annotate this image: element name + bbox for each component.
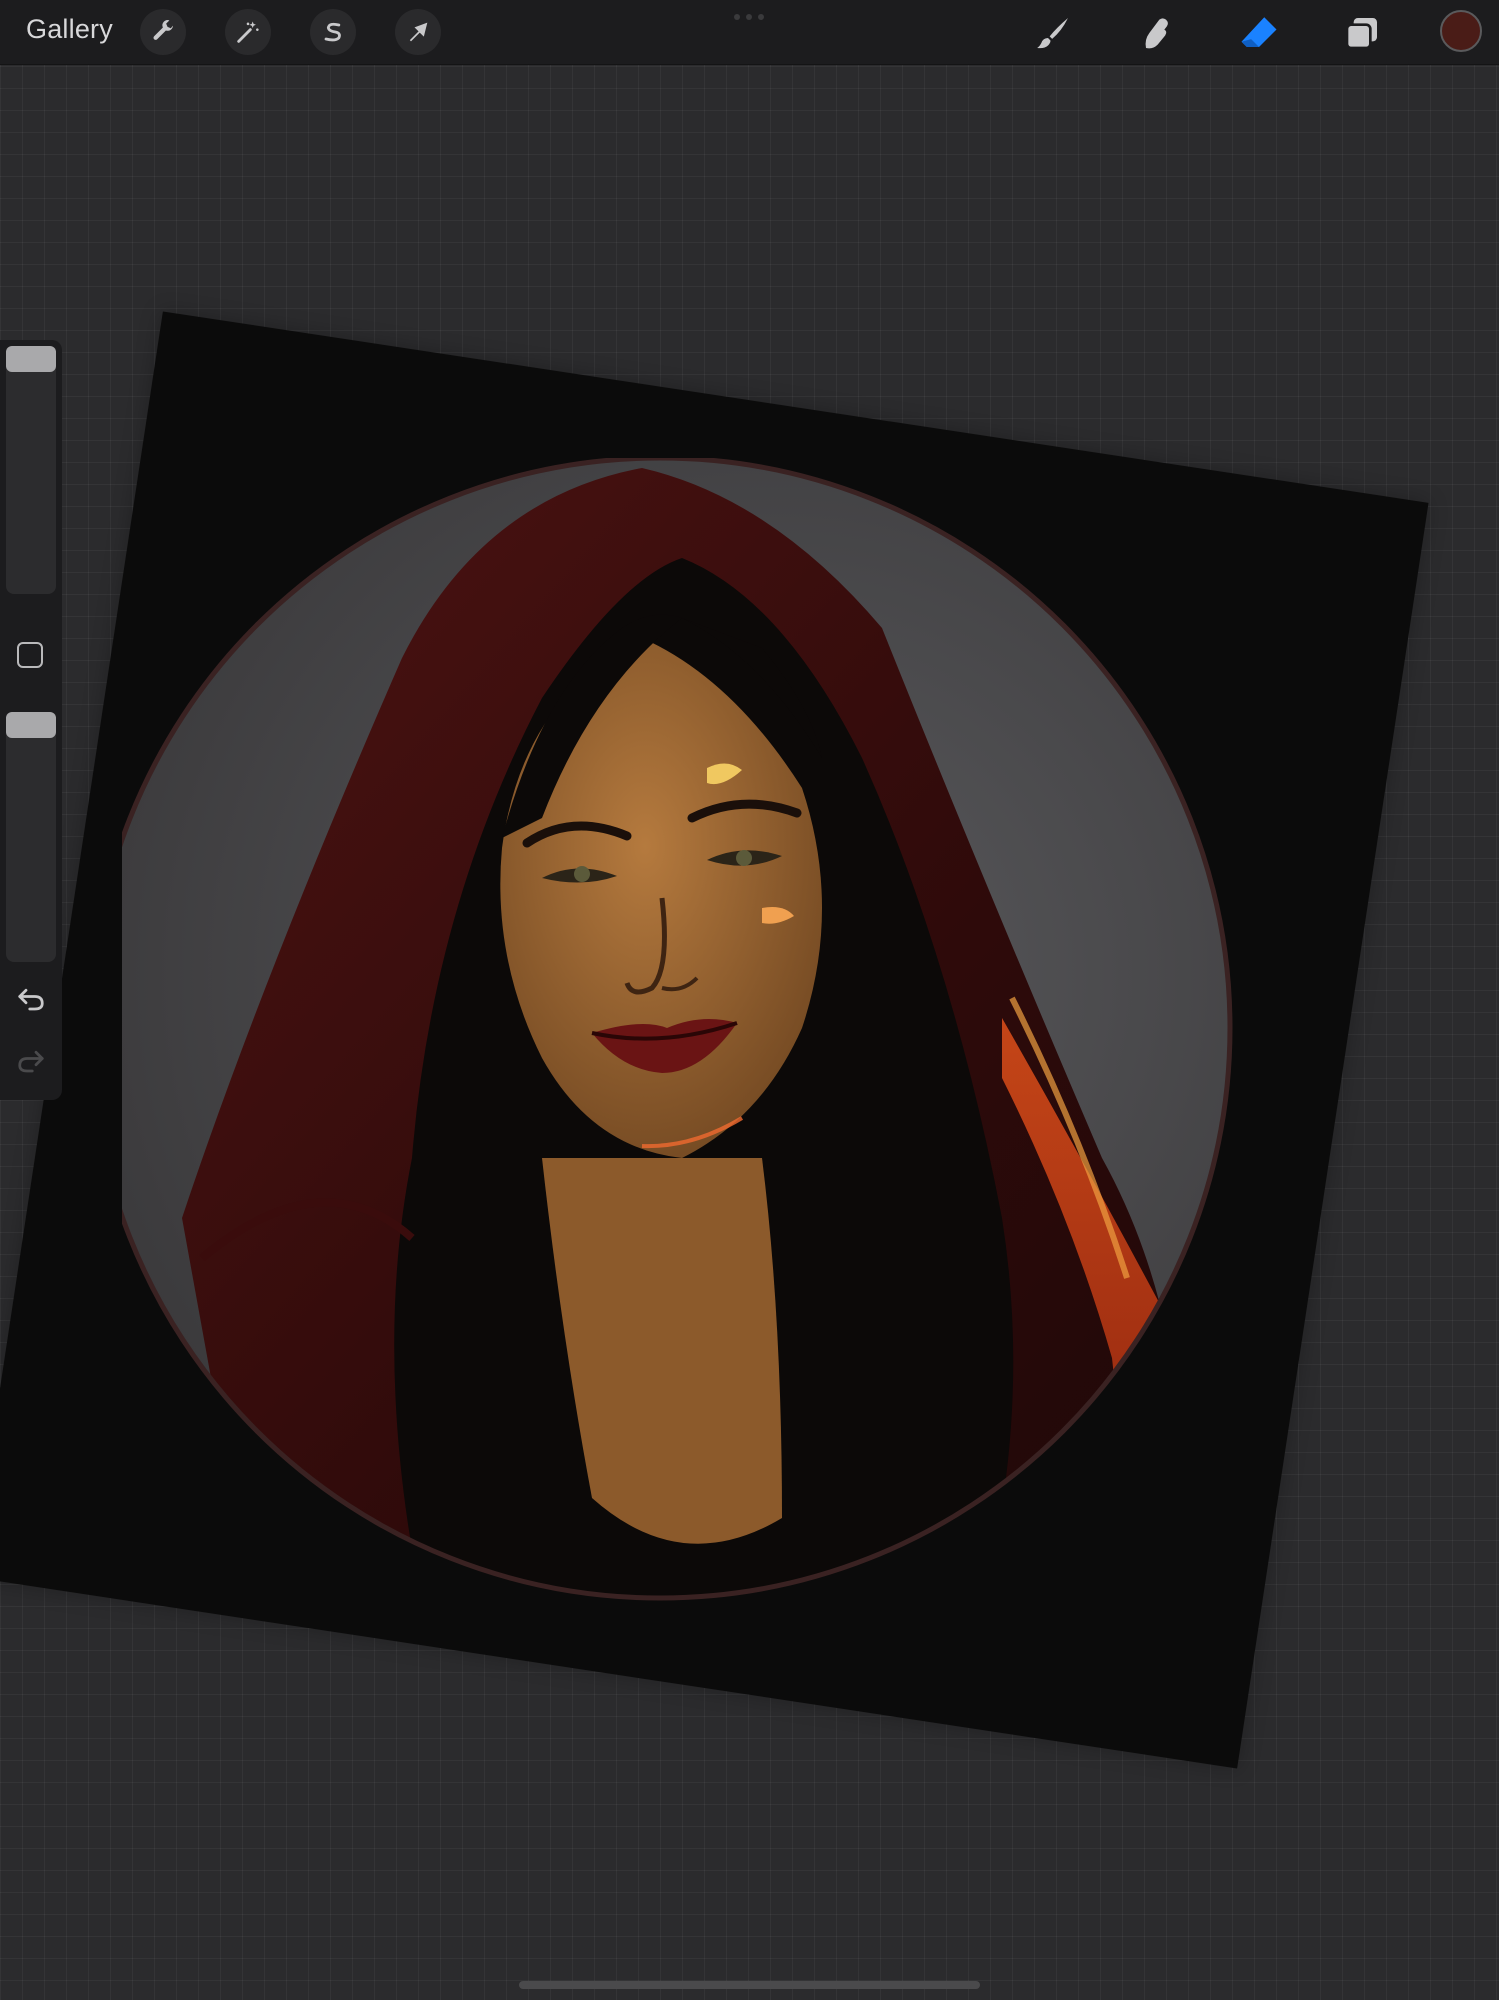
wrench-icon bbox=[153, 20, 173, 40]
brush-size-slider-thumb[interactable] bbox=[6, 346, 56, 372]
side-toolbar bbox=[0, 340, 62, 1100]
layers-button[interactable] bbox=[1339, 10, 1385, 56]
grab-handle[interactable] bbox=[734, 14, 764, 20]
brush-size-slider[interactable] bbox=[6, 346, 56, 594]
color-picker-button[interactable] bbox=[1440, 10, 1482, 52]
eraser-icon bbox=[1241, 17, 1277, 47]
home-indicator[interactable] bbox=[519, 1981, 980, 1989]
magic-wand-icon bbox=[237, 21, 259, 43]
smudge-tool-button[interactable] bbox=[1133, 10, 1179, 56]
undo-icon bbox=[18, 988, 44, 1011]
selection-s-icon bbox=[324, 22, 341, 42]
arrow-cursor-icon bbox=[409, 22, 428, 42]
transform-button[interactable] bbox=[395, 9, 441, 55]
redo-icon bbox=[18, 1050, 44, 1073]
actions-button[interactable] bbox=[140, 9, 186, 55]
top-toolbar: Gallery bbox=[0, 0, 1499, 65]
undo-button[interactable] bbox=[12, 980, 50, 1018]
artwork-portrait[interactable] bbox=[122, 458, 1312, 1604]
modify-button[interactable] bbox=[17, 642, 43, 668]
layers-icon bbox=[1345, 18, 1377, 50]
opacity-slider-thumb[interactable] bbox=[6, 712, 56, 738]
eraser-tool-button[interactable] bbox=[1236, 10, 1282, 56]
gallery-button[interactable]: Gallery bbox=[26, 14, 113, 45]
adjustments-button[interactable] bbox=[225, 9, 271, 55]
brush-icon bbox=[1037, 18, 1068, 49]
redo-button[interactable] bbox=[12, 1042, 50, 1080]
selection-button[interactable] bbox=[310, 9, 356, 55]
brush-tool-button[interactable] bbox=[1030, 10, 1076, 56]
opacity-slider[interactable] bbox=[6, 712, 56, 962]
smudge-finger-icon bbox=[1145, 18, 1168, 49]
